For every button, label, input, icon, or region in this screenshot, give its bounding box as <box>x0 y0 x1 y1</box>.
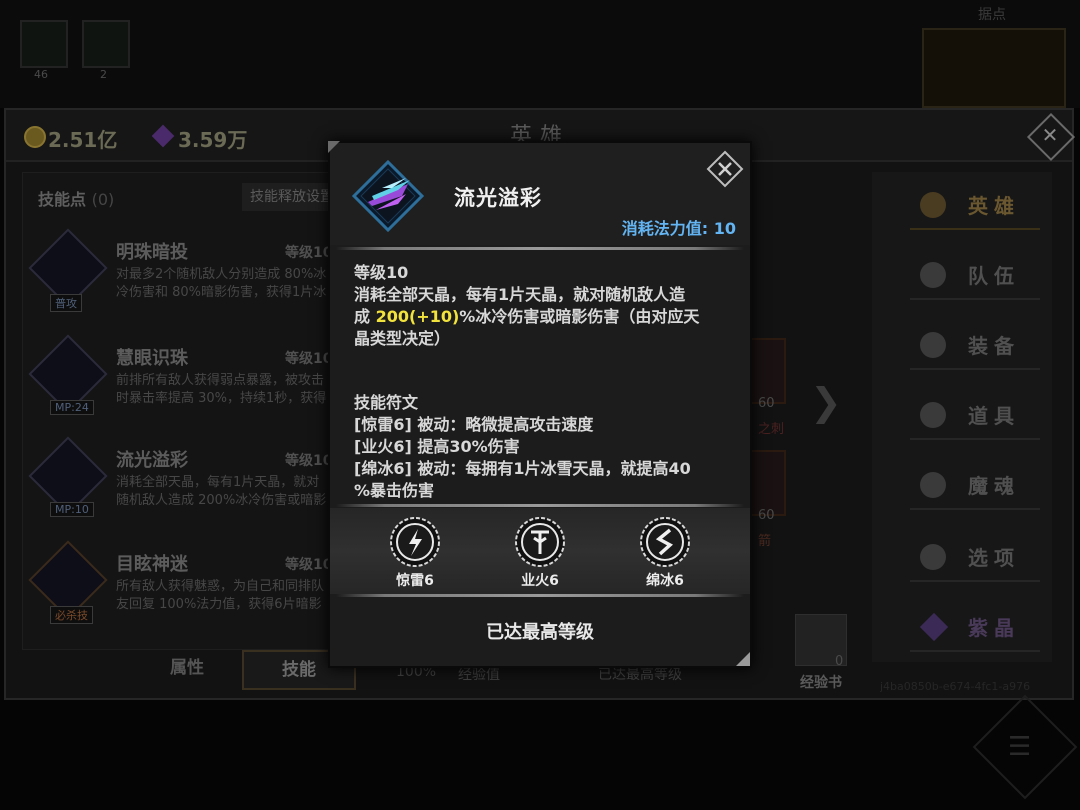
amethyst-icon <box>919 612 949 642</box>
nav-team[interactable]: 队伍 <box>910 254 1040 300</box>
nav-souls[interactable]: 魔魂 <box>910 464 1040 510</box>
rune-line: [惊雷6] 被动：略微提高攻击速度 <box>354 415 594 434</box>
rune-line: %暴击伤害 <box>354 481 435 500</box>
nav-amethyst[interactable]: 紫晶 <box>910 606 1040 652</box>
map-label: 据点 <box>978 7 1006 23</box>
max-level-status: 已达最高等级 <box>486 622 594 643</box>
bag-icon <box>920 402 946 428</box>
skill-desc: 对最多2个随机敌人分别造成 80%冰 冷伤害和 80%暗影伤害，获得1片冰 <box>116 267 327 300</box>
nav-label: 队伍 <box>968 264 1020 288</box>
nav-label: 魔魂 <box>968 474 1020 498</box>
skill-tag: MP:10 <box>50 502 94 517</box>
skill-description: 等级10 消耗全部天晶，每有1片天晶，就对随机敌人造 成 200(+10)%冰冷… <box>354 262 738 350</box>
rune-label: 绵冰6 <box>646 573 684 589</box>
top-slot-2-count: 2 <box>100 68 107 81</box>
equip-level: 60 <box>758 396 775 411</box>
skill-tag: 必杀技 <box>50 606 93 624</box>
hero-icon <box>920 192 946 218</box>
nav-options[interactable]: 选项 <box>910 536 1040 582</box>
skill-desc: 所有敌人获得魅惑，为自己和同排队 友回复 100%法力值，获得6片暗影 <box>116 579 325 612</box>
skill-row[interactable]: 普攻 明珠暗投 等级10 对最多2个随机敌人分别造成 80%冰 冷伤害和 80%暗… <box>28 228 360 328</box>
top-slot-2[interactable] <box>82 20 130 68</box>
nav-label: 紫晶 <box>968 616 1020 640</box>
mini-map[interactable] <box>922 28 1066 108</box>
flag-icon <box>920 262 946 288</box>
build-hash: j4ba0850b-e674-4fc1-a976 <box>880 680 1031 693</box>
exp-book-count: 0 <box>835 654 844 669</box>
damage-value: 200(+10) <box>375 307 460 326</box>
gem-amount: 3.59万 <box>178 128 248 152</box>
equip-level: 60 <box>758 508 775 523</box>
skill-tag: MP:24 <box>50 400 94 415</box>
skill-level: 等级10 <box>285 557 333 573</box>
skill-row[interactable]: MP:10 流光溢彩 等级10 消耗全部天晶，每有1片天晶，就对 随机敌人造成 2… <box>28 436 360 536</box>
mana-cost: 消耗法力值: 10 <box>621 219 736 238</box>
desc-line: 消耗全部天晶，每有1片天晶，就对随机敌人造 <box>354 285 686 304</box>
skill-desc: 消耗全部天晶，每有1片天晶，就对 随机敌人造成 200%冰冷伤害或暗影 <box>116 475 327 508</box>
fire-rune-icon[interactable] <box>514 516 566 568</box>
desc-line: 成 200(+10)%冰冷伤害或暗影伤害（由对应天 <box>354 307 700 326</box>
skill-name: 明珠暗投 <box>116 242 188 263</box>
nav-label: 选项 <box>968 546 1020 570</box>
gold-amount: 2.51亿 <box>48 128 118 152</box>
equip-caption: 之刺 <box>758 422 785 437</box>
rune-description: 技能符文 [惊雷6] 被动：略微提高攻击速度 [业火6] 提高30%伤害 [绵冰… <box>354 392 738 502</box>
nav-label: 装备 <box>968 334 1020 358</box>
popup-skill-name: 流光溢彩 <box>454 186 542 210</box>
skill-name: 目眩神迷 <box>116 554 188 575</box>
nav-equipment[interactable]: 装备 <box>910 324 1040 370</box>
close-icon: ✕ <box>1041 123 1059 147</box>
popup-close-button[interactable] <box>706 150 744 188</box>
rune-line: [绵冰6] 被动：每拥有1片冰雪天晶，就提高40 <box>354 459 691 478</box>
skill-row[interactable]: 必杀技 目眩神迷 等级10 所有敌人获得魅惑，为自己和同排队 友回复 100%法力… <box>28 540 360 640</box>
ice-rune-icon[interactable] <box>639 516 691 568</box>
corner-decoration <box>328 141 340 153</box>
exp-book-label: 经验书 <box>800 675 842 691</box>
nav-label: 英雄 <box>968 194 1020 218</box>
skill-level: 等级10 <box>285 245 333 261</box>
tab-attributes[interactable]: 属性 <box>132 650 242 686</box>
equip-caption: 箭 <box>758 534 772 549</box>
rune-line: [业火6] 提高30%伤害 <box>354 437 520 456</box>
flame-icon <box>920 472 946 498</box>
header-divider <box>336 247 744 250</box>
desc-line: 晶类型决定） <box>354 329 451 348</box>
nav-label: 道具 <box>968 404 1020 428</box>
gear-icon <box>920 544 946 570</box>
nav-hero[interactable]: 英雄 <box>910 184 1040 230</box>
gold-coin-icon <box>24 126 46 148</box>
rune-label: 惊雷6 <box>396 573 434 589</box>
rune-divider-bottom <box>336 594 744 597</box>
corner-decoration <box>736 652 750 666</box>
skill-crystal-icon <box>352 160 424 232</box>
list-menu-icon: ☰ <box>1008 732 1032 762</box>
rune-label: 业火6 <box>521 573 559 589</box>
release-settings-button[interactable]: 技能释放设置 <box>242 183 338 211</box>
rune-divider-top <box>336 504 744 507</box>
skill-row[interactable]: MP:24 慧眼识珠 等级10 前排所有敌人获得弱点暴露，被攻击 时暴击率提高 3… <box>28 334 360 434</box>
helmet-icon <box>920 332 946 358</box>
top-strip <box>0 0 1080 108</box>
skill-tag: 普攻 <box>50 294 82 312</box>
skill-points: 技能点 (0) <box>38 190 115 209</box>
top-slot-1-count: 46 <box>34 68 48 81</box>
skill-name: 慧眼识珠 <box>116 348 188 369</box>
popup-level: 等级10 <box>354 263 409 282</box>
top-slot-1[interactable] <box>20 20 68 68</box>
next-arrow-icon[interactable]: ❯ <box>810 380 842 424</box>
skill-desc: 前排所有敌人获得弱点暴露，被攻击 时暴击率提高 30%，持续1秒，获得 <box>116 373 327 406</box>
nav-items[interactable]: 道具 <box>910 394 1040 440</box>
skill-level: 等级10 <box>285 351 333 367</box>
skill-name: 流光溢彩 <box>116 450 188 471</box>
lightning-rune-icon[interactable] <box>389 516 441 568</box>
skill-level: 等级10 <box>285 453 333 469</box>
runes-title: 技能符文 <box>354 393 419 412</box>
